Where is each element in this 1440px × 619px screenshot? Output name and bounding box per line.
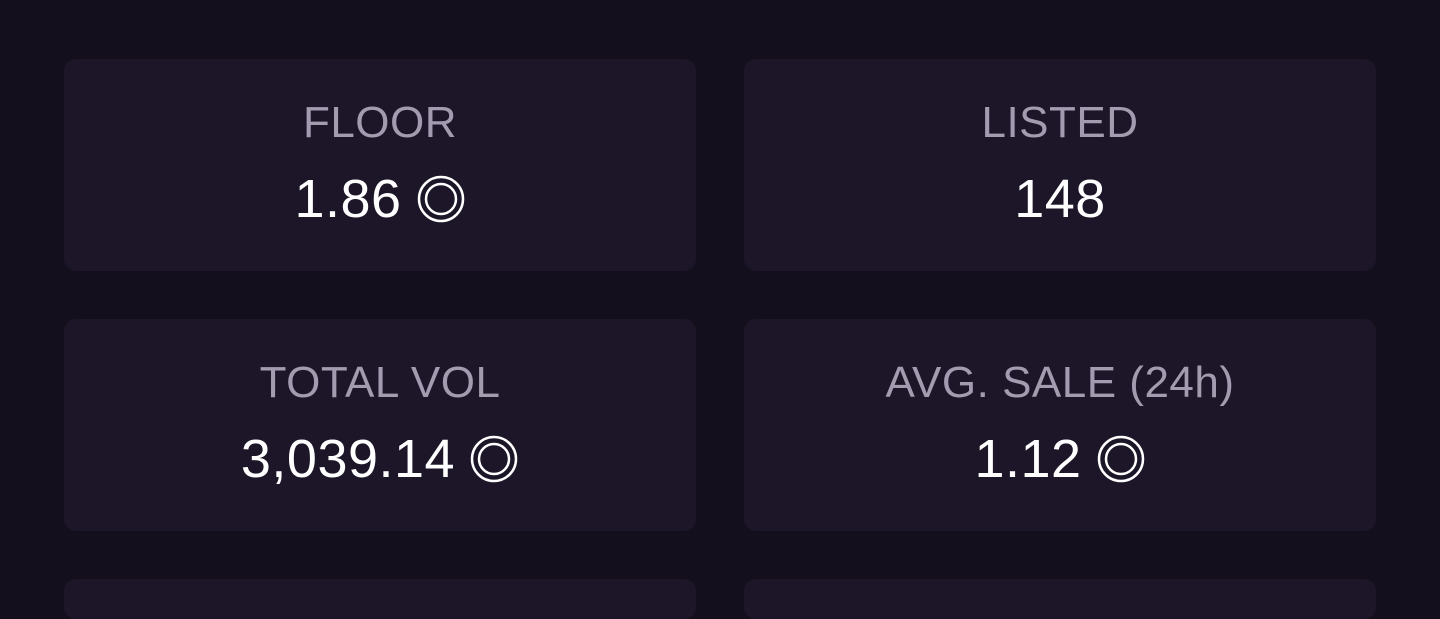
stat-value-row: 148 [1014,169,1106,229]
currency-coin-icon [416,174,466,224]
stat-card-floor: FLOOR 1.86 [64,59,696,271]
currency-coin-icon [1096,434,1146,484]
stat-label: TOTAL VOL [259,358,501,407]
stat-value-row: 1.12 [974,429,1145,489]
stat-value: 148 [1014,169,1106,229]
stat-card-partial-right [744,579,1376,619]
stat-card-partial-left [64,579,696,619]
stat-label: AVG. SALE (24h) [885,358,1235,407]
stats-grid: FLOOR 1.86 LISTED 148 TOTAL VOL 3,039.14 [64,59,1376,619]
stat-value: 3,039.14 [240,429,456,489]
stat-value-row: 1.86 [294,169,465,229]
stat-value: 1.12 [974,429,1082,489]
stat-card-total-volume: TOTAL VOL 3,039.14 [64,319,696,531]
stat-value: 1.86 [294,169,402,229]
stat-label: LISTED [981,98,1139,147]
currency-coin-icon [469,434,519,484]
stat-card-listed: LISTED 148 [744,59,1376,271]
stat-label: FLOOR [302,98,458,147]
stat-value-row: 3,039.14 [241,429,519,489]
stat-card-avg-sale: AVG. SALE (24h) 1.12 [744,319,1376,531]
